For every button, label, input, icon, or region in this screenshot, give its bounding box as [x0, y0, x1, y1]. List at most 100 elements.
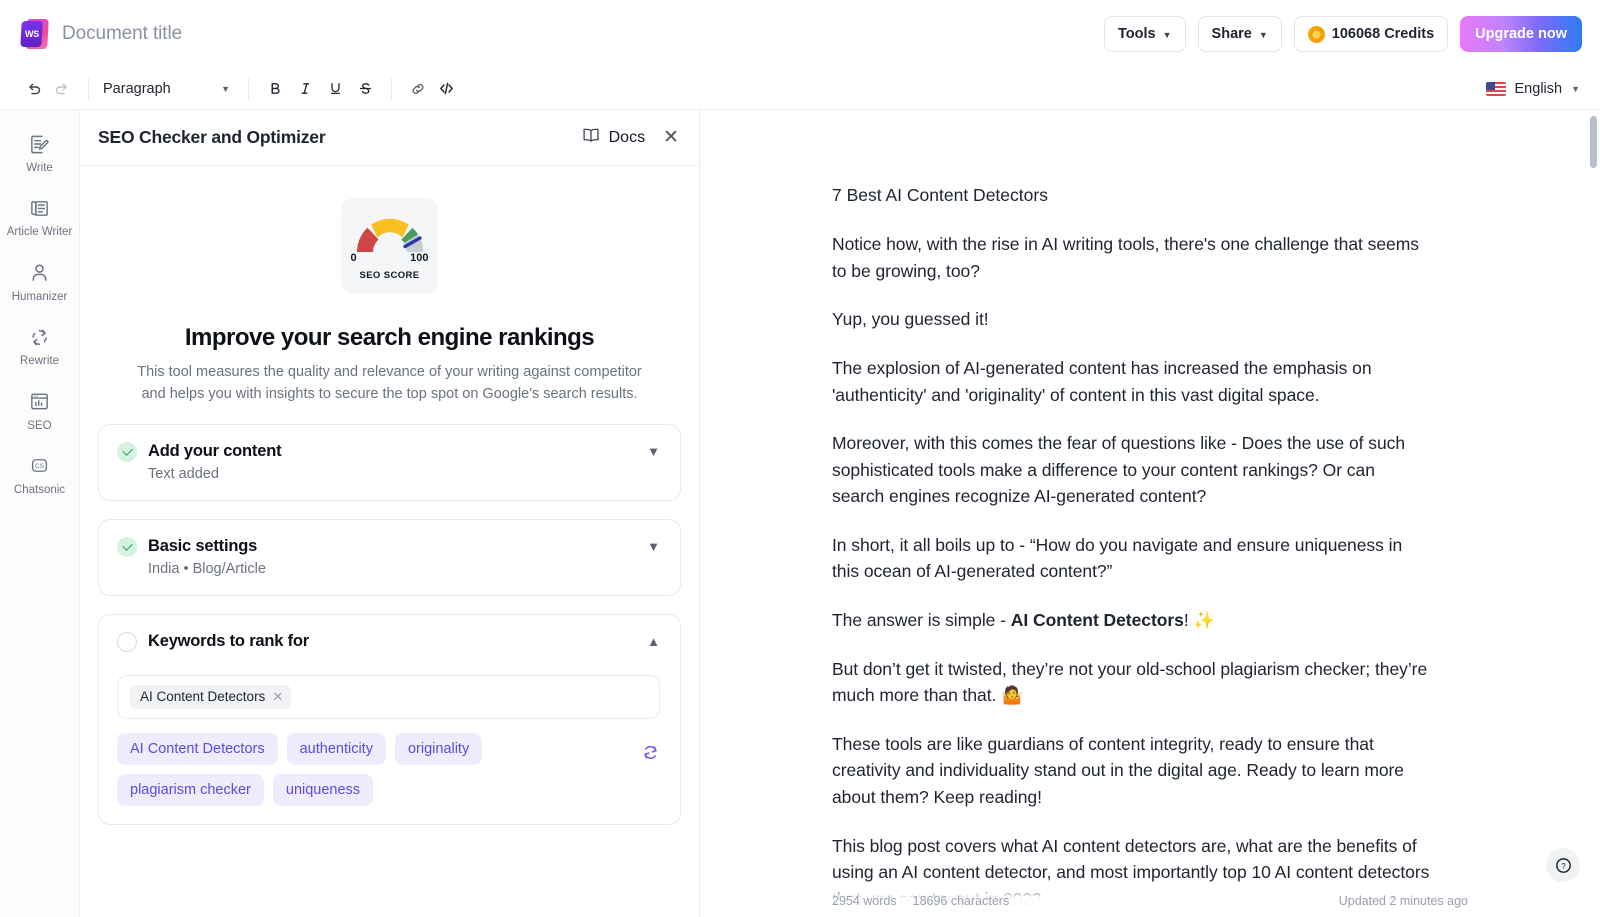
- toolbar-right: English ▼: [1484, 77, 1582, 101]
- accordion-basic-settings[interactable]: Basic settings ▼ India • Blog/Article: [98, 519, 681, 596]
- paragraph-style-select[interactable]: Paragraph ▼: [101, 75, 236, 103]
- editor-scroll-region[interactable]: 7 Best AI Content Detectors Notice how, …: [700, 110, 1600, 917]
- us-flag-icon: [1486, 82, 1506, 96]
- sidebar-item-humanizer[interactable]: Humanizer: [4, 253, 76, 311]
- book-icon: [581, 125, 601, 150]
- help-button[interactable]: ?: [1546, 848, 1580, 882]
- sidebar-item-seo[interactable]: SEO: [4, 382, 76, 440]
- format-toolbar: Paragraph ▼: [0, 68, 1600, 110]
- document-paragraph: Notice how, with the rise in AI writing …: [832, 231, 1430, 284]
- sidebar-item-chatsonic[interactable]: CS Chatsonic: [4, 446, 76, 504]
- suggested-keyword-pill[interactable]: authenticity: [287, 733, 386, 765]
- rewrite-icon: [28, 325, 51, 349]
- sidebar-item-article-writer[interactable]: Article Writer: [4, 188, 76, 246]
- gauge-max: 100: [410, 252, 428, 264]
- logo-text: WS: [25, 29, 39, 39]
- seo-panel-title: SEO Checker and Optimizer: [98, 127, 325, 148]
- keywords-input[interactable]: AI Content Detectors ✕: [117, 675, 660, 719]
- humanizer-icon: [28, 261, 51, 285]
- credits-label: 106068 Credits: [1332, 26, 1434, 42]
- suggested-keywords-row: AI Content Detectors authenticity origin…: [117, 733, 660, 806]
- share-button[interactable]: Share ▼: [1198, 16, 1282, 52]
- suggested-keyword-pill[interactable]: uniqueness: [273, 774, 373, 806]
- sidebar-item-label: Write: [26, 161, 53, 175]
- accordion-subtitle: Text added: [148, 466, 660, 482]
- document-editor: 7 Best AI Content Detectors Notice how, …: [700, 110, 1600, 917]
- seo-panel-header-actions: Docs ✕: [581, 125, 679, 150]
- document-paragraph: The explosion of AI-generated content ha…: [832, 355, 1430, 408]
- language-select[interactable]: English ▼: [1484, 77, 1582, 101]
- seo-icon: [28, 390, 51, 414]
- toolbar-divider: [88, 78, 89, 100]
- redo-icon[interactable]: [48, 75, 76, 103]
- chevron-down-icon[interactable]: ▼: [647, 444, 660, 459]
- panel-headline: Improve your search engine rankings: [98, 324, 681, 352]
- sidebar-item-rewrite[interactable]: Rewrite: [4, 317, 76, 375]
- language-label: English: [1515, 81, 1563, 97]
- accordion-keywords-to-rank-for[interactable]: Keywords to rank for ▲ AI Content Detect…: [98, 614, 681, 825]
- refresh-keywords-icon[interactable]: [641, 733, 660, 767]
- accordion-title: Basic settings: [148, 537, 257, 556]
- answer-bold: AI Content Detectors: [1011, 610, 1184, 630]
- docs-label: Docs: [609, 129, 645, 147]
- document-title[interactable]: Document title: [62, 23, 182, 45]
- bold-button[interactable]: [261, 75, 289, 103]
- sidebar-item-label: Humanizer: [12, 290, 68, 304]
- accordion-title: Add your content: [148, 442, 281, 461]
- check-circle-icon: [117, 442, 137, 462]
- accordion-header: Basic settings ▼: [117, 537, 660, 557]
- chevron-down-icon[interactable]: ▼: [647, 539, 660, 554]
- strikethrough-button[interactable]: [351, 75, 379, 103]
- document-paragraph: But don’t get it twisted, they’re not yo…: [832, 656, 1430, 709]
- upgrade-now-button[interactable]: Upgrade now: [1460, 16, 1582, 52]
- answer-suffix: ! ✨: [1184, 610, 1215, 630]
- svg-text:CS: CS: [35, 463, 44, 470]
- code-block-icon[interactable]: [432, 75, 460, 103]
- document-heading: 7 Best AI Content Detectors: [832, 182, 1430, 209]
- suggested-keyword-pill[interactable]: originality: [395, 733, 482, 765]
- accordion-add-your-content[interactable]: Add your content ▼ Text added: [98, 424, 681, 501]
- suggested-keywords-list: AI Content Detectors authenticity origin…: [117, 733, 617, 806]
- docs-button[interactable]: Docs: [581, 125, 645, 150]
- sidebar-item-write[interactable]: Write: [4, 124, 76, 182]
- write-icon: [28, 132, 51, 156]
- keyword-chip[interactable]: AI Content Detectors ✕: [130, 685, 291, 709]
- editor-scrollbar[interactable]: [1590, 116, 1597, 911]
- credits-button[interactable]: 106068 Credits: [1294, 16, 1448, 52]
- pending-circle-icon: [117, 632, 137, 652]
- close-icon[interactable]: ✕: [663, 128, 679, 147]
- updated-timestamp: Updated 2 minutes ago: [1339, 894, 1468, 908]
- document-paragraph: These tools are like guardians of conten…: [832, 731, 1430, 811]
- tools-button[interactable]: Tools ▼: [1104, 16, 1186, 52]
- link-icon[interactable]: [404, 75, 432, 103]
- article-writer-icon: [28, 196, 51, 220]
- keyword-chip-label: AI Content Detectors: [140, 689, 265, 704]
- seo-score-card: 0 100 SEO SCORE: [341, 198, 438, 294]
- text-format-tools: [261, 75, 379, 103]
- document-paragraph: Yup, you guessed it!: [832, 306, 1430, 333]
- accordion-title: Keywords to rank for: [148, 632, 309, 651]
- undo-icon[interactable]: [20, 75, 48, 103]
- remove-keyword-icon[interactable]: ✕: [272, 689, 283, 705]
- accordion-header: Keywords to rank for ▲: [117, 632, 660, 652]
- document-paragraph: In short, it all boils up to - “How do y…: [832, 532, 1430, 585]
- word-count: 2954 words: [832, 894, 897, 908]
- chevron-up-icon[interactable]: ▲: [647, 634, 660, 649]
- panel-subtitle: This tool measures the quality and relev…: [125, 362, 655, 406]
- chevron-down-icon: ▼: [1259, 30, 1268, 40]
- svg-text:?: ?: [1561, 861, 1566, 870]
- editor-content[interactable]: 7 Best AI Content Detectors Notice how, …: [700, 110, 1430, 917]
- seo-checker-panel: SEO Checker and Optimizer Docs ✕: [80, 110, 700, 917]
- paragraph-style-value: Paragraph: [103, 81, 171, 97]
- suggested-keyword-pill[interactable]: plagiarism checker: [117, 774, 264, 806]
- document-paragraph-answer: The answer is simple - AI Content Detect…: [832, 607, 1430, 634]
- coin-icon: [1308, 26, 1325, 43]
- app-logo-icon: WS: [20, 18, 50, 50]
- underline-button[interactable]: [321, 75, 349, 103]
- accordion-subtitle: India • Blog/Article: [148, 561, 660, 577]
- editor-scrollbar-thumb[interactable]: [1590, 116, 1597, 168]
- suggested-keyword-pill[interactable]: AI Content Detectors: [117, 733, 278, 765]
- sidebar-item-label: SEO: [27, 419, 51, 433]
- top-bar: WS Document title Tools ▼ Share ▼ 106068…: [0, 0, 1600, 68]
- italic-button[interactable]: [291, 75, 319, 103]
